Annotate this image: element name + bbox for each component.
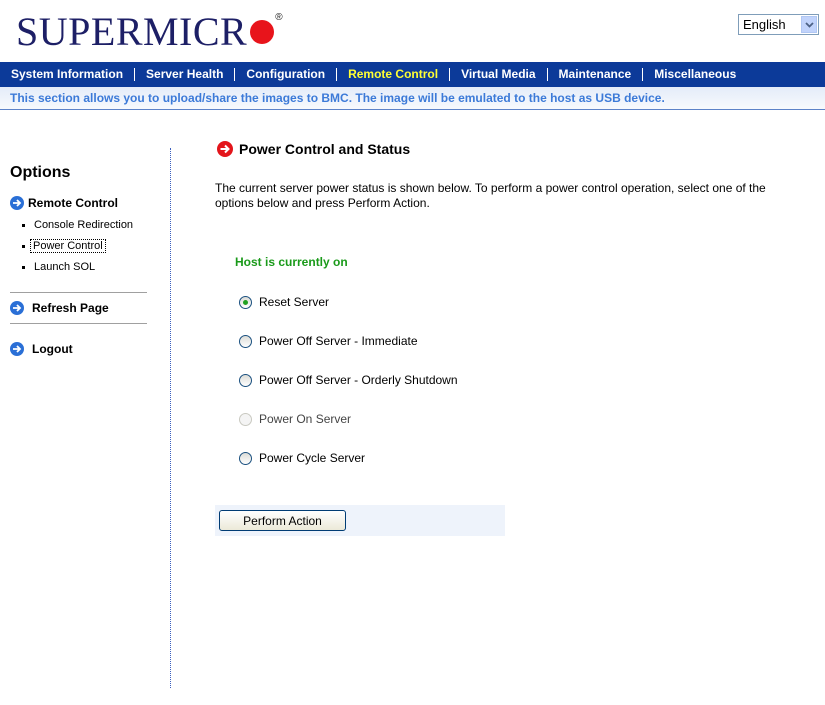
option-power-on-server: Power On Server (239, 411, 351, 427)
nav-item-server-health[interactable]: Server Health (135, 68, 236, 81)
nav-item-miscellaneous[interactable]: Miscellaneous (643, 68, 747, 81)
supermicro-logo: SUPERMICR ® (16, 8, 284, 54)
arrow-circle-icon (10, 301, 24, 315)
sidebar-item-power-control[interactable]: Power Control (22, 239, 106, 253)
bullet-icon (22, 223, 25, 227)
sidebar-item-console-redirection[interactable]: Console Redirection (22, 218, 133, 232)
sidebar-title: Options (10, 164, 71, 181)
sidebar-section-remote-control[interactable]: Remote Control (10, 196, 118, 210)
sidebar-item-launch-sol[interactable]: Launch SOL (22, 260, 95, 274)
logo-red-dot (250, 20, 275, 44)
nav-item-configuration[interactable]: Configuration (235, 68, 338, 81)
registered-mark: ® (275, 12, 284, 23)
option-label: Power Cycle Server (259, 451, 366, 465)
option-power-off-orderly-shutdown[interactable]: Power Off Server - Orderly Shutdown (239, 372, 458, 388)
page-title: Power Control and Status (217, 141, 410, 157)
main-nav-bar: System Information Server Health Configu… (0, 62, 825, 87)
page-title-text: Power Control and Status (239, 141, 411, 157)
sidebar-vertical-divider (170, 148, 171, 688)
option-power-cycle-server[interactable]: Power Cycle Server (239, 450, 365, 466)
arrow-circle-icon (10, 342, 24, 356)
section-info-bar: This section allows you to upload/share … (0, 87, 825, 110)
sidebar-refresh-page[interactable]: Refresh Page (10, 301, 109, 315)
arrow-circle-icon (10, 196, 24, 210)
sidebar-logout[interactable]: Logout (10, 342, 73, 356)
sidebar-item-label: Console Redirection (34, 219, 134, 231)
radio-button[interactable] (239, 373, 252, 387)
option-label: Power Off Server - Orderly Shutdown (259, 373, 458, 387)
logout-label: Logout (32, 342, 73, 356)
radio-button[interactable] (239, 295, 252, 309)
sidebar-divider (10, 323, 147, 324)
option-power-off-immediate[interactable]: Power Off Server - Immediate (239, 333, 418, 349)
bullet-icon (22, 244, 25, 248)
nav-item-virtual-media[interactable]: Virtual Media (450, 68, 548, 81)
nav-item-remote-control[interactable]: Remote Control (337, 68, 451, 81)
nav-item-maintenance[interactable]: Maintenance (548, 68, 644, 81)
sidebar-item-label: Power Control (30, 239, 106, 253)
power-status-text: Host is currently on (235, 255, 348, 269)
language-selected-value: English (743, 17, 786, 32)
radio-button[interactable] (239, 334, 252, 348)
language-select[interactable]: English (738, 14, 819, 35)
nav-item-system-information[interactable]: System Information (0, 68, 136, 81)
sidebar-divider (10, 292, 147, 293)
option-reset-server[interactable]: Reset Server (239, 294, 329, 310)
page-description: The current server power status is shown… (215, 181, 766, 210)
option-label: Power Off Server - Immediate (259, 334, 418, 348)
radio-button (239, 412, 252, 426)
perform-action-button[interactable]: Perform Action (219, 510, 346, 531)
option-label: Reset Server (259, 295, 330, 309)
sidebar-item-label: Launch SOL (34, 261, 96, 273)
refresh-page-label: Refresh Page (32, 301, 109, 315)
bullet-icon (22, 265, 25, 269)
sidebar-section-label: Remote Control (28, 196, 118, 210)
radio-button[interactable] (239, 451, 252, 465)
arrow-circle-icon (217, 141, 233, 157)
logo-text: SUPERMICR (16, 9, 248, 54)
chevron-down-icon[interactable] (801, 16, 817, 33)
option-label: Power On Server (259, 412, 352, 426)
